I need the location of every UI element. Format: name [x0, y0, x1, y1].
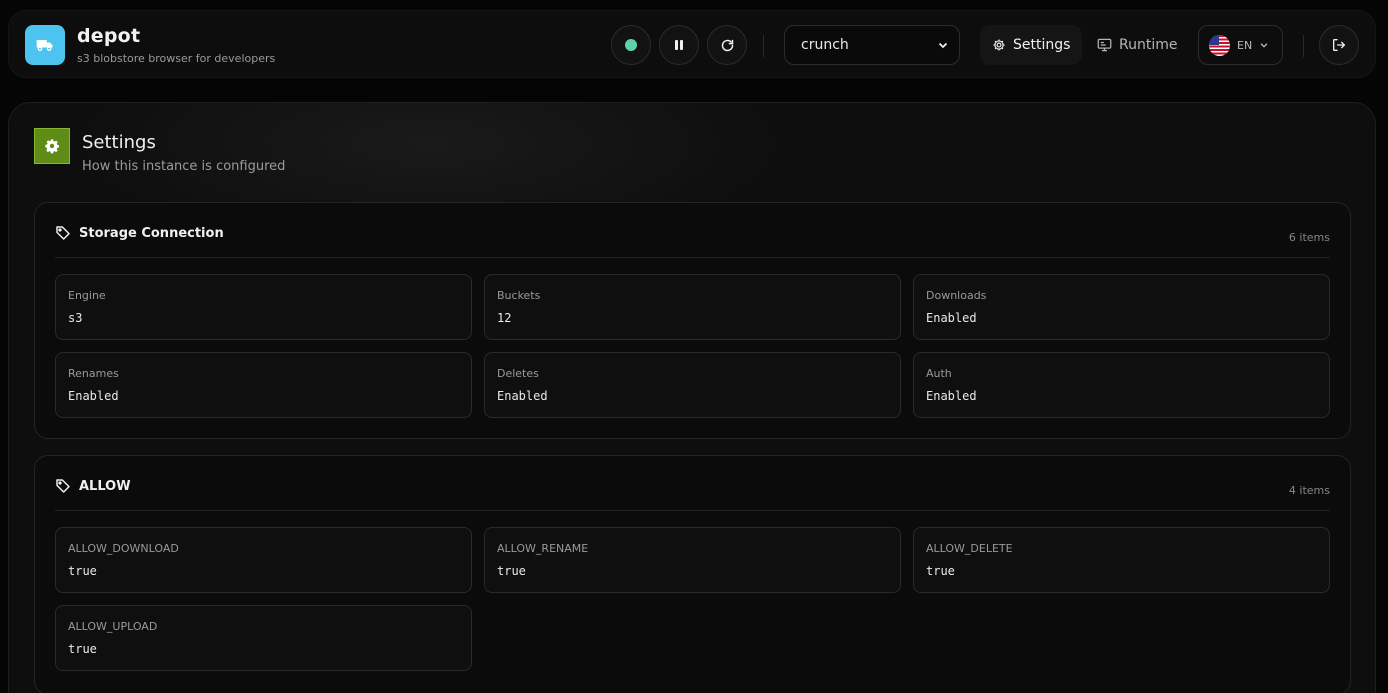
setting-card: ALLOW_RENAME true [484, 527, 901, 593]
pause-icon [675, 40, 683, 50]
setting-value: Enabled [926, 311, 977, 325]
pause-button[interactable] [659, 25, 699, 65]
section-count: 6 items [1288, 231, 1330, 244]
setting-card: Buckets 12 [484, 274, 901, 340]
nav-runtime-label: Runtime [1119, 37, 1178, 53]
section-storage-connection: Storage Connection 6 items Engine s3 Buc… [34, 202, 1351, 439]
section-title: ALLOW [79, 478, 131, 494]
us-flag-icon [1209, 34, 1230, 56]
section-allow: ALLOW 4 items ALLOW_DOWNLOAD true ALLOW_… [34, 455, 1351, 693]
language-code: EN [1237, 38, 1253, 52]
setting-key: Buckets [497, 289, 541, 302]
divider [1303, 35, 1304, 57]
setting-key: Deletes [497, 367, 539, 380]
divider [763, 35, 764, 57]
gear-icon [993, 39, 1005, 51]
logout-icon [1333, 39, 1345, 51]
section-header: ALLOW [55, 478, 131, 494]
section-title: Storage Connection [79, 225, 224, 241]
refresh-icon [721, 39, 733, 51]
gear-icon [34, 128, 70, 164]
setting-value: true [497, 564, 526, 578]
tag-icon [56, 226, 70, 240]
tag-icon [56, 479, 70, 493]
setting-card: Engine s3 [55, 274, 472, 340]
setting-key: ALLOW_RENAME [497, 542, 589, 555]
setting-value: true [68, 564, 97, 578]
chevron-down-icon [938, 42, 948, 49]
section-count: 4 items [1288, 484, 1330, 497]
setting-value: 12 [497, 311, 512, 325]
settings-panel: Settings How this instance is configured… [8, 102, 1376, 693]
status-button[interactable] [611, 25, 651, 65]
language-select[interactable]: EN [1198, 25, 1283, 65]
bucket-select[interactable]: crunch [784, 25, 960, 65]
setting-value: s3 [68, 311, 83, 325]
setting-card: Deletes Enabled [484, 352, 901, 418]
bucket-select-value: crunch [801, 37, 849, 53]
setting-card: ALLOW_DELETE true [913, 527, 1330, 593]
nav-settings-label: Settings [1013, 37, 1071, 53]
setting-key: Auth [926, 367, 952, 380]
section-header: Storage Connection [55, 225, 224, 241]
section-divider [55, 257, 1330, 258]
setting-key: ALLOW_UPLOAD [68, 620, 158, 633]
setting-card: Renames Enabled [55, 352, 472, 418]
nav-settings[interactable]: Settings [980, 25, 1083, 65]
app-subtitle: s3 blobstore browser for developers [77, 52, 276, 65]
setting-card: Downloads Enabled [913, 274, 1330, 340]
page-title: Settings [82, 132, 156, 153]
setting-card: ALLOW_UPLOAD true [55, 605, 472, 671]
chevron-down-icon [1260, 43, 1268, 48]
logout-button[interactable] [1319, 25, 1359, 65]
monitor-icon [1097, 38, 1112, 52]
setting-key: Engine [68, 289, 106, 302]
setting-key: Downloads [926, 289, 987, 302]
setting-value: Enabled [497, 389, 548, 403]
truck-icon [25, 25, 65, 65]
setting-value: Enabled [68, 389, 119, 403]
nav-runtime[interactable]: Runtime [1085, 25, 1189, 65]
status-dot-icon [625, 39, 637, 51]
setting-card: ALLOW_DOWNLOAD true [55, 527, 472, 593]
setting-key: ALLOW_DOWNLOAD [68, 542, 179, 555]
page-subtitle: How this instance is configured [82, 159, 286, 174]
setting-key: ALLOW_DELETE [926, 542, 1013, 555]
setting-value: Enabled [926, 389, 977, 403]
setting-key: Renames [68, 367, 119, 380]
app-title: depot [77, 25, 141, 47]
setting-value: true [68, 642, 97, 656]
setting-value: true [926, 564, 955, 578]
setting-card: Auth Enabled [913, 352, 1330, 418]
section-divider [55, 510, 1330, 511]
refresh-button[interactable] [707, 25, 747, 65]
top-header: depot s3 blobstore browser for developer… [8, 10, 1376, 78]
